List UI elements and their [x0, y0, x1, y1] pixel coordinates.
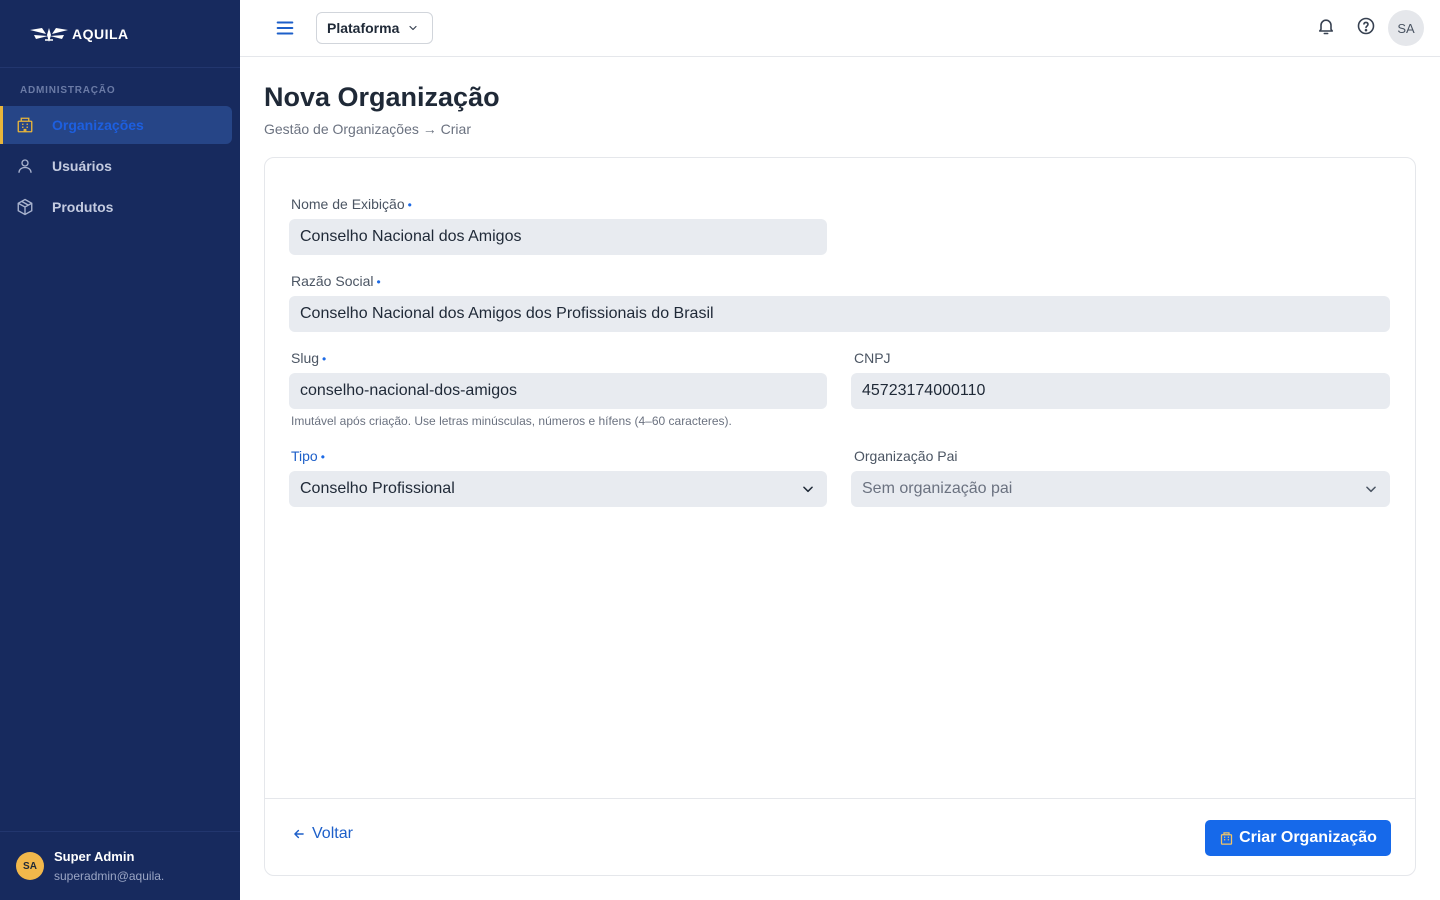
required-mark: • [407, 198, 412, 212]
avatar: SA [16, 852, 44, 880]
platform-select[interactable]: Plataforma [316, 12, 433, 44]
sidebar-item-label: Organizações [52, 117, 144, 133]
help-icon[interactable] [1356, 16, 1376, 36]
slug-label: Slug • [291, 350, 327, 366]
create-organization-button[interactable]: Criar Organização [1205, 820, 1391, 856]
brand-logo[interactable]: AQUILA [0, 0, 240, 68]
brand-name: AQUILA [72, 25, 129, 42]
chevron-down-icon [409, 25, 417, 31]
page-title: Nova Organização [264, 82, 500, 112]
chevron-down-icon [1366, 486, 1376, 493]
topbar: Plataforma SA [240, 0, 1440, 57]
form-card: Nome de Exibição • Conselho Nacional dos … [264, 157, 1416, 876]
building-icon [1220, 831, 1233, 845]
cnpj-label: CNPJ [854, 350, 891, 366]
create-organization-label: Criar Organização [1239, 829, 1377, 846]
legal-name-label: Razão Social • [291, 273, 381, 289]
cnpj-input[interactable]: 45723174000110 [851, 373, 1390, 409]
aquila-logo-icon [30, 27, 68, 42]
parent-org-select[interactable]: Sem organização pai [851, 471, 1390, 507]
display-name-input[interactable]: Conselho Nacional dos Amigos [289, 219, 827, 255]
building-icon [17, 117, 33, 133]
sidebar-item-produtos[interactable]: Produtos [0, 188, 232, 226]
user-icon [18, 159, 32, 173]
sidebar-item-label: Produtos [52, 199, 114, 215]
sidebar-item-usuarios[interactable]: Usuários [0, 147, 232, 185]
user-name: Super Admin [54, 849, 135, 864]
sidebar-section-label: ADMINISTRAÇÃO [20, 85, 116, 96]
slug-hint: Imutável após criação. Use letras minúsc… [291, 414, 732, 428]
legal-name-input[interactable]: Conselho Nacional dos Amigos dos Profiss… [289, 296, 1390, 332]
parent-org-label: Organização Pai [854, 448, 958, 464]
platform-select-value: Plataforma [327, 20, 400, 36]
arrow-left-icon [294, 829, 304, 839]
type-select-value: Conselho Profissional [300, 480, 455, 497]
bell-icon[interactable] [1316, 16, 1336, 36]
user-email: superadmin@aquila. [54, 869, 165, 883]
card-divider [265, 798, 1415, 799]
type-select[interactable]: Conselho Profissional [289, 471, 827, 507]
user-profile[interactable]: SA Super Admin superadmin@aquila. [0, 831, 240, 900]
parent-org-select-value: Sem organização pai [862, 480, 1013, 497]
breadcrumb: Gestão de Organizações → Criar [264, 121, 471, 137]
avatar[interactable]: SA [1388, 10, 1424, 46]
type-label: Tipo • [291, 448, 325, 464]
chevron-down-icon [803, 486, 813, 493]
required-mark: • [376, 275, 381, 289]
slug-input[interactable]: conselho-nacional-dos-amigos [289, 373, 827, 409]
required-mark: • [320, 450, 325, 464]
box-icon [17, 198, 33, 216]
required-mark: • [322, 352, 327, 366]
back-button[interactable]: Voltar [292, 825, 353, 843]
sidebar: AQUILA ADMINISTRAÇÃO Organizações Usuári… [0, 0, 240, 900]
display-name-label: Nome de Exibição • [291, 196, 412, 212]
sidebar-item-label: Usuários [52, 158, 112, 174]
sidebar-item-organizacoes[interactable]: Organizações [0, 106, 232, 144]
hamburger-menu-icon[interactable] [274, 17, 296, 39]
back-button-label: Voltar [312, 825, 353, 842]
